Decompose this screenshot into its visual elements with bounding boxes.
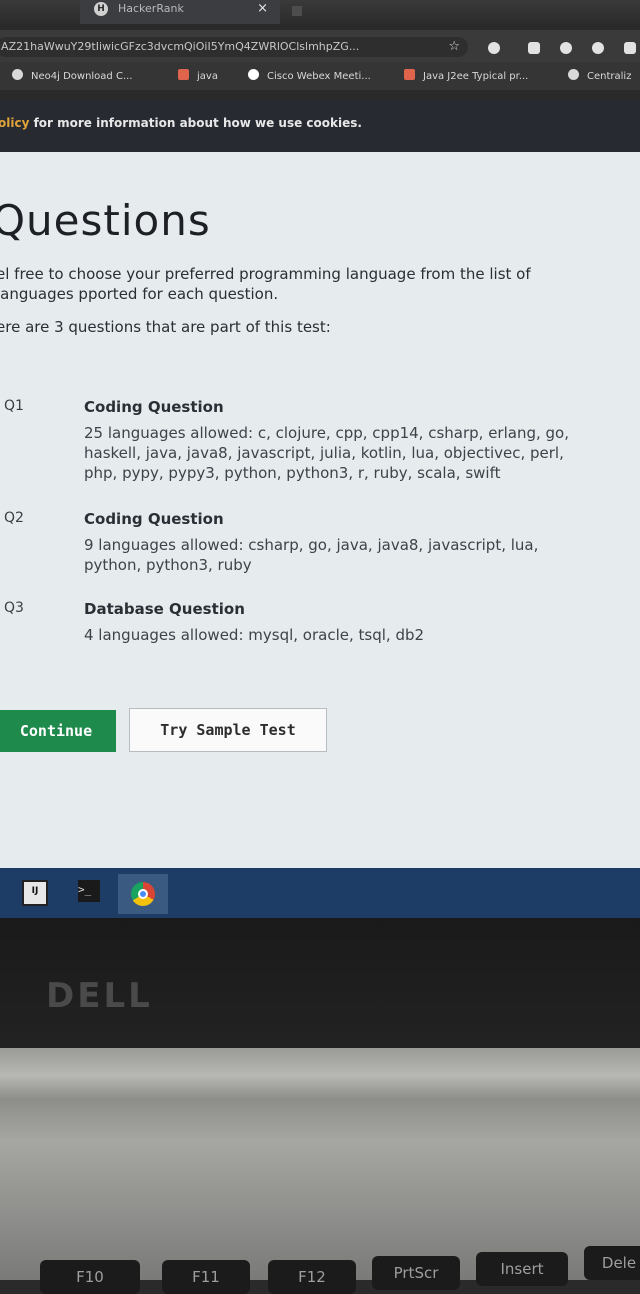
question-languages: 4 languages allowed: mysql, oracle, tsql… [84, 626, 425, 644]
intellij-icon[interactable]: IJ [22, 880, 48, 906]
bookmark-java-j2ee[interactable]: Java J2ee Typical pr... [404, 69, 528, 82]
key-f10: F10 [40, 1260, 140, 1294]
key-f11: F11 [162, 1260, 250, 1294]
cookie-text: olicy for more information about how we … [0, 116, 362, 130]
question-number: Q2 [4, 510, 24, 526]
tab-hackerrank[interactable]: H HackerRank × [80, 0, 280, 24]
question-type: Coding Question [84, 510, 224, 528]
key-delete: Dele [584, 1246, 640, 1280]
taskbar: IJ >_ [0, 868, 640, 918]
close-tab-icon[interactable]: × [257, 0, 268, 18]
neo4j-icon [12, 69, 23, 80]
bookmark-icon [404, 69, 415, 80]
extension-icon[interactable] [528, 42, 540, 54]
bookmark-star-icon[interactable]: ☆ [448, 37, 460, 57]
bookmark-webex[interactable]: Cisco Webex Meeti... [248, 69, 371, 82]
question-number: Q3 [4, 600, 24, 616]
intro-text: el free to choose your preferred program… [0, 265, 531, 303]
webex-icon [248, 69, 259, 80]
question-number: Q1 [4, 398, 24, 414]
question-type: Database Question [84, 600, 245, 618]
dell-logo: DELL [46, 976, 153, 1016]
new-tab-button[interactable] [292, 6, 302, 16]
extension-shield-icon[interactable] [488, 42, 500, 54]
question-count-text: ere are 3 questions that are part of thi… [0, 318, 331, 336]
question-languages: 9 languages allowed: csharp, go, java, j… [84, 536, 539, 574]
question-type: Coding Question [84, 398, 224, 416]
continue-button[interactable]: Continue [0, 710, 116, 752]
key-f12: F12 [268, 1260, 356, 1294]
chrome-logo [131, 882, 155, 906]
chrome-icon[interactable] [118, 874, 168, 914]
browser-tabbar: H HackerRank × [0, 0, 640, 24]
hackerrank-icon: H [94, 2, 108, 16]
url-text: iAZ21haWwuY29tIiwicGFzc3dvcmQiOiI5YmQ4ZW… [0, 40, 360, 53]
key-insert: Insert [476, 1252, 568, 1286]
bookmark-centraliz[interactable]: Centraliz [568, 69, 631, 82]
question-languages: 25 languages allowed: c, clojure, cpp, c… [84, 424, 569, 482]
try-sample-test-button[interactable]: Try Sample Test [129, 708, 327, 752]
page-title: Questions [0, 196, 211, 245]
privacy-policy-link[interactable]: olicy [0, 116, 29, 130]
extension-puzzle-icon[interactable] [624, 42, 636, 54]
folder-icon [178, 69, 189, 80]
tab-title: HackerRank [118, 2, 184, 15]
bookmark-neo4j[interactable]: Neo4j Download C... [12, 69, 132, 82]
terminal-icon[interactable]: >_ [78, 880, 100, 902]
address-bar: iAZ21haWwuY29tIiwicGFzc3dvcmQiOiI5YmQ4ZW… [0, 30, 640, 62]
extension-circle-icon[interactable] [560, 42, 572, 54]
globe-icon [568, 69, 579, 80]
url-input[interactable]: iAZ21haWwuY29tIiwicGFzc3dvcmQiOiI5YmQ4ZW… [0, 37, 468, 57]
cookie-notice: olicy for more information about how we … [0, 100, 640, 152]
bookmark-java[interactable]: java [178, 69, 218, 82]
main-content: Questions el free to choose your preferr… [0, 152, 640, 868]
bookmarks-bar: Neo4j Download C... java Cisco Webex Mee… [0, 62, 640, 90]
extension-media-icon[interactable] [592, 42, 604, 54]
key-prtscr: PrtScr [372, 1256, 460, 1290]
laptop-keyboard-deck [0, 1048, 640, 1280]
